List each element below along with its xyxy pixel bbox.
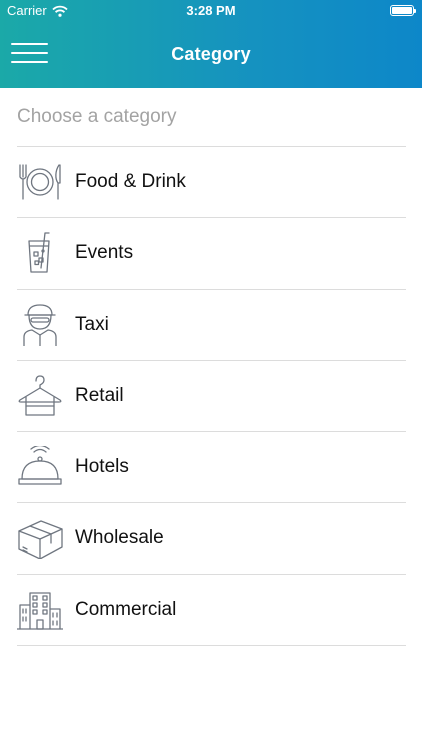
category-label: Taxi (75, 313, 109, 335)
category-label: Retail (75, 384, 124, 406)
plate-fork-knife-icon (19, 164, 61, 200)
status-bar: Carrier 3:28 PM (0, 0, 422, 22)
category-row-retail[interactable]: Retail (17, 361, 406, 433)
drink-glass-icon (28, 232, 50, 273)
service-bell-icon (18, 446, 62, 485)
status-time: 3:28 PM (186, 3, 236, 18)
driver-icon (23, 303, 57, 346)
category-prompt: Choose a category (17, 106, 177, 127)
nav-header: Carrier 3:28 PM Category (0, 0, 422, 88)
category-row-commercial[interactable]: Commercial (17, 575, 406, 647)
category-row-events[interactable]: Events (17, 218, 406, 290)
category-label: Events (75, 242, 134, 264)
category-list: Food & Drink Events Taxi Retail Hotels W… (17, 146, 406, 647)
category-label: Wholesale (75, 527, 164, 549)
category-row-food-drink[interactable]: Food & Drink (17, 147, 406, 219)
hanger-icon (18, 375, 62, 416)
building-icon (17, 592, 63, 630)
category-label: Commercial (75, 598, 177, 620)
category-label: Food & Drink (75, 171, 186, 192)
page-title: Category (171, 44, 251, 64)
battery-icon (390, 5, 416, 16)
category-row-taxi[interactable]: Taxi (17, 290, 406, 361)
category-label: Hotels (75, 456, 129, 478)
box-icon (18, 520, 63, 560)
category-row-wholesale[interactable]: Wholesale (17, 503, 406, 575)
category-row-hotels[interactable]: Hotels (17, 432, 406, 504)
